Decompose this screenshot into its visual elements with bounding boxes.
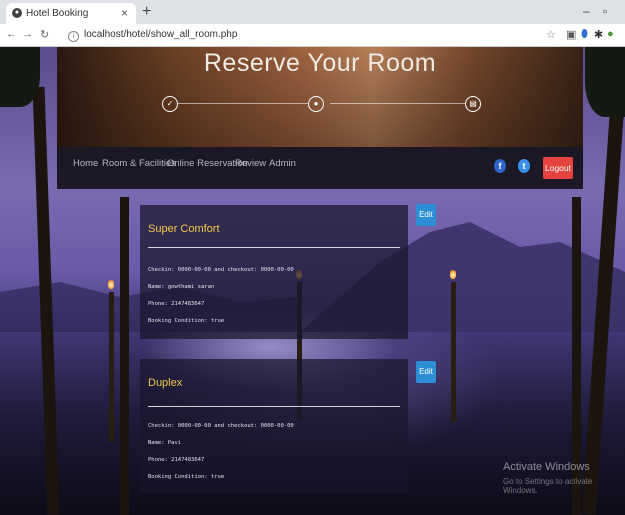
bookmark-star-icon[interactable]: ☆ [546,28,556,41]
extensions-puzzle-icon[interactable]: ✱ [594,28,603,41]
browser-tab-bar: ● Hotel Booking × + – ▫ [0,0,625,24]
logout-button[interactable]: Logout [543,157,573,179]
room-name: Duplex [148,377,183,389]
activate-windows-subtitle: Go to Settings to activate Windows. [503,477,593,495]
booking-dates: Checkin: 0000-00-00 and checkout: 0000-0… [148,423,294,429]
header-banner: Reserve Your Room ✓ ● ▤ [57,47,583,147]
profile-avatar-icon[interactable]: ● [607,28,614,40]
nav-review[interactable]: Review [235,158,266,169]
nav-room-facilities[interactable]: Room & Facilities [102,158,176,169]
tab-close-icon[interactable]: × [121,6,128,20]
browser-tab[interactable]: ● Hotel Booking × [6,3,136,24]
reload-icon[interactable]: ↻ [40,28,49,41]
new-tab-button[interactable]: + [142,3,151,21]
room-name: Super Comfort [148,223,220,235]
nav-admin[interactable]: Admin [269,158,296,169]
tiki-torch-right [451,282,456,422]
palm-leaves-right [585,47,625,117]
tab-title: Hotel Booking [26,8,89,19]
guest-phone: Phone: 2147483647 [148,457,205,463]
check-step-icon: ✓ [162,96,178,112]
extension-shield-icon[interactable]: ⬮ [581,28,588,41]
twitter-icon[interactable]: t [518,159,530,173]
address-bar: ← → ↻ i localhost/hotel/show_all_room.php… [0,24,625,47]
tiki-torch-left [109,292,114,442]
page-content: Reserve Your Room ✓ ● ▤ Home Room & Faci… [0,47,625,515]
page-title: Reserve Your Room [203,49,437,77]
booking-card: Duplex Checkin: 0000-00-00 and checkout:… [140,359,408,493]
flame-right [450,269,456,279]
guest-phone: Phone: 2147483647 [148,301,205,307]
edit-button[interactable]: Edit [416,361,436,383]
booking-condition: Booking Condition: true [148,318,225,324]
keyboard-step-icon: ▤ [465,96,481,112]
activate-windows-title: Activate Windows [503,461,590,473]
flame-left [108,279,114,289]
nav-home[interactable]: Home [73,158,98,169]
booking-card: Super Comfort Checkin: 0000-00-00 and ch… [140,205,408,339]
url-text: localhost/hotel/show_all_room.php [84,29,238,40]
booking-condition: Booking Condition: true [148,474,225,480]
edit-button[interactable]: Edit [416,204,436,226]
guest-name: Name: Pavi [148,440,182,446]
guest-name: Name: gowthami saran [148,284,215,290]
restore-button[interactable]: ▫ [603,4,607,18]
facebook-icon[interactable]: f [494,159,506,173]
step-line-2 [330,103,465,104]
extension-icon[interactable]: ▣ [566,28,576,41]
main-navbar: Home Room & Facilities Online Reservatio… [57,147,583,189]
forward-arrow-icon[interactable]: → [22,28,33,40]
card-divider [148,247,400,248]
url-field[interactable]: i localhost/hotel/show_all_room.php [68,29,237,42]
booking-dates: Checkin: 0000-00-00 and checkout: 0000-0… [148,267,294,273]
user-step-icon: ● [308,96,324,112]
palm-trunk-mid [120,197,129,515]
back-arrow-icon[interactable]: ← [6,28,17,40]
palm-leaves-left [0,47,40,107]
step-line-1 [178,103,308,104]
card-divider [148,406,400,407]
minimize-button[interactable]: – [583,4,590,18]
info-icon[interactable]: i [68,31,79,42]
hotel-favicon-icon: ● [12,8,22,18]
